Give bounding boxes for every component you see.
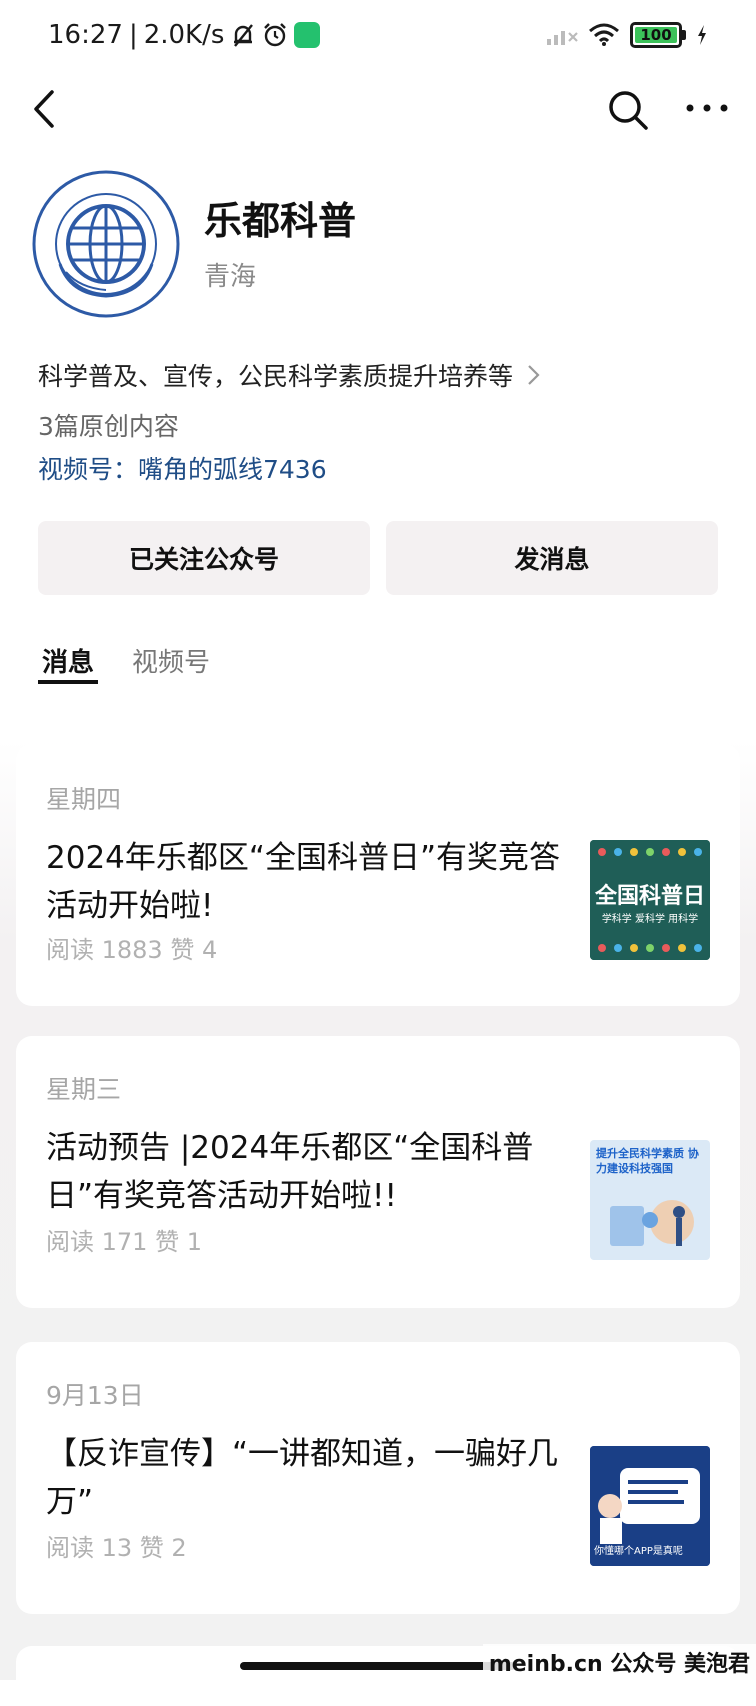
more-options-icon[interactable]	[682, 98, 732, 118]
article-thumbnail[interactable]: 提升全民科学素质 协力建设科技强国	[590, 1140, 710, 1260]
chevron-right-icon	[528, 365, 540, 385]
search-icon[interactable]	[606, 88, 650, 132]
status-bar-right: 100	[546, 22, 708, 48]
account-name: 乐都科普	[204, 199, 357, 243]
article-thumbnail[interactable]: 你懂哪个APP是真呢	[590, 1446, 710, 1566]
back-icon[interactable]	[26, 84, 66, 134]
article-thumbnail[interactable]: 全国科普日 学科学 爱科学 用科学	[590, 840, 710, 960]
battery-level: 100	[640, 26, 672, 44]
thumbnail-caption: 你懂哪个APP是真呢	[594, 1546, 683, 1557]
followed-button[interactable]: 已关注公众号	[38, 521, 370, 595]
wifi-icon	[589, 23, 619, 46]
status-network-speed: 2.0K/s	[143, 20, 225, 50]
account-description: 科学普及、宣传，公民科学素质提升培养等	[38, 362, 514, 391]
article-date: 9月13日	[46, 1381, 144, 1410]
watermark-text: meinb.cn 公众号 美泡君	[482, 1644, 756, 1680]
video-channel-link[interactable]: 视频号：嘴角的弧线7436	[38, 450, 327, 486]
account-logo	[32, 170, 180, 318]
status-bar-left: 16:27 | 2.0K/s	[48, 20, 321, 50]
article-title[interactable]: 【反诈宣传】“一讲都知道，一骗好几万”	[46, 1430, 576, 1526]
alarm-icon	[264, 23, 287, 47]
article-title[interactable]: 活动预告 |2024年乐都区“全国科普日”有奖竞答活动开始啦!!	[46, 1124, 576, 1220]
article-stats: 阅读 1883 赞 4	[46, 936, 218, 964]
cell-signal-icon	[547, 31, 578, 45]
article-card[interactable]: 9月13日 【反诈宣传】“一讲都知道，一骗好几万” 阅读 13 赞 2 你懂哪个…	[16, 1342, 740, 1614]
battery-indicator: 100	[630, 22, 686, 48]
status-divider: |	[128, 20, 138, 50]
original-content-count: 3篇原创内容	[38, 412, 179, 441]
home-indicator[interactable]	[240, 1662, 516, 1670]
charging-icon	[698, 25, 706, 45]
status-time: 16:27	[48, 20, 123, 50]
account-description-row[interactable]: 科学普及、宣传，公民科学素质提升培养等	[38, 357, 541, 393]
active-tab-indicator	[38, 680, 98, 684]
article-date: 星期三	[46, 1075, 122, 1104]
tab-video-channel[interactable]: 视频号	[132, 642, 210, 679]
security-app-icon	[294, 22, 321, 48]
mute-bell-icon	[234, 24, 254, 47]
article-date: 星期四	[46, 785, 122, 814]
tab-messages[interactable]: 消息	[42, 642, 94, 679]
thumbnail-subcaption: 学科学 爱科学 用科学	[601, 914, 699, 925]
article-card[interactable]: 星期三 活动预告 |2024年乐都区“全国科普日”有奖竞答活动开始啦!! 阅读 …	[16, 1036, 740, 1308]
send-message-button[interactable]: 发消息	[386, 521, 718, 595]
article-title[interactable]: 2024年乐都区“全国科普日”有奖竞答活动开始啦!	[46, 834, 576, 930]
article-stats: 阅读 13 赞 2	[46, 1534, 187, 1562]
thumbnail-graphic	[610, 1200, 694, 1246]
account-region: 青海	[204, 262, 257, 292]
article-card[interactable]: 星期四 2024年乐都区“全国科普日”有奖竞答活动开始啦! 阅读 1883 赞 …	[16, 744, 740, 1006]
article-stats: 阅读 171 赞 1	[46, 1228, 202, 1256]
thumbnail-caption: 全国科普日	[594, 884, 705, 909]
